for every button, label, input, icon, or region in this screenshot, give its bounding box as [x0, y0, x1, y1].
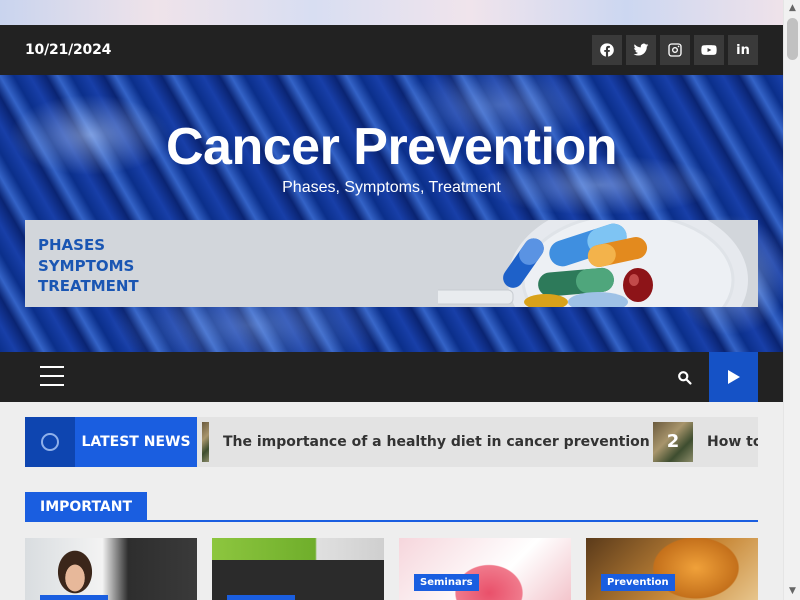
banner-line-phases: PHASES [38, 236, 106, 254]
main-nav [0, 352, 783, 402]
banner-line-treatment: TREATMENT [38, 277, 139, 295]
linkedin-icon: in [736, 42, 750, 58]
social-links: in [592, 35, 758, 65]
instagram-icon [668, 43, 682, 57]
category-badge[interactable]: Seminars [414, 574, 479, 591]
scroll-up-icon[interactable]: ▲ [784, 0, 800, 17]
important-section-header: IMPORTANT [25, 492, 758, 522]
ticker-thumbnail: 2 [653, 422, 693, 462]
site-header: Cancer Prevention Phases, Symptoms, Trea… [0, 75, 783, 352]
play-icon [727, 370, 740, 384]
ticker-thumbnail [202, 422, 209, 462]
article-card[interactable]: Seminars [399, 538, 571, 600]
ticker-item[interactable]: The importance of a healthy diet in canc… [202, 417, 650, 467]
category-badge[interactable] [227, 595, 295, 600]
youtube-icon [701, 45, 717, 55]
search-icon [677, 370, 692, 385]
ticker-headline[interactable]: How to [707, 434, 758, 450]
scrollbar-thumb[interactable] [787, 18, 798, 60]
search-button[interactable] [670, 364, 698, 390]
twitter-link[interactable] [626, 35, 656, 65]
circle-icon [41, 433, 59, 451]
hamburger-icon[interactable] [40, 366, 64, 388]
decorative-top-strip [0, 0, 783, 25]
important-cards: Seminars Prevention [25, 538, 758, 600]
scroll-down-icon[interactable]: ▼ [784, 583, 800, 600]
twitter-icon [633, 43, 649, 56]
article-image [25, 538, 197, 600]
instagram-link[interactable] [660, 35, 690, 65]
ticker-pause-button[interactable] [25, 417, 75, 467]
page-scrollbar[interactable]: ▲ ▼ [783, 0, 800, 600]
current-date: 10/21/2024 [25, 42, 112, 58]
banner-text: PHASES SYMPTOMS TREATMENT [38, 235, 139, 297]
article-card[interactable] [212, 538, 384, 600]
top-bar: 10/21/2024 in [0, 25, 783, 75]
latest-news-label: LATEST NEWS [75, 417, 197, 467]
site-tagline: Phases, Symptoms, Treatment [282, 179, 501, 196]
header-banner[interactable]: PHASES SYMPTOMS TREATMENT [25, 220, 758, 307]
banner-line-symptoms: SYMPTOMS [38, 256, 135, 275]
latest-news-ticker: LATEST NEWS The importance of a healthy … [25, 417, 758, 467]
category-badge[interactable]: Prevention [601, 574, 675, 591]
ticker-headline[interactable]: The importance of a healthy diet in canc… [223, 434, 650, 450]
youtube-link[interactable] [694, 35, 724, 65]
article-card[interactable]: Prevention [586, 538, 758, 600]
play-button[interactable] [709, 352, 758, 402]
facebook-icon [600, 43, 614, 57]
category-badge[interactable] [40, 595, 108, 600]
facebook-link[interactable] [592, 35, 622, 65]
site-title[interactable]: Cancer Prevention [0, 117, 783, 177]
linkedin-link[interactable]: in [728, 35, 758, 65]
ticker-item-number: 2 [666, 431, 680, 452]
important-label: IMPORTANT [25, 492, 148, 522]
article-image [212, 538, 384, 600]
pills-illustration [438, 220, 748, 307]
article-card[interactable] [25, 538, 197, 600]
ticker-item[interactable]: 2 How to [653, 417, 758, 467]
